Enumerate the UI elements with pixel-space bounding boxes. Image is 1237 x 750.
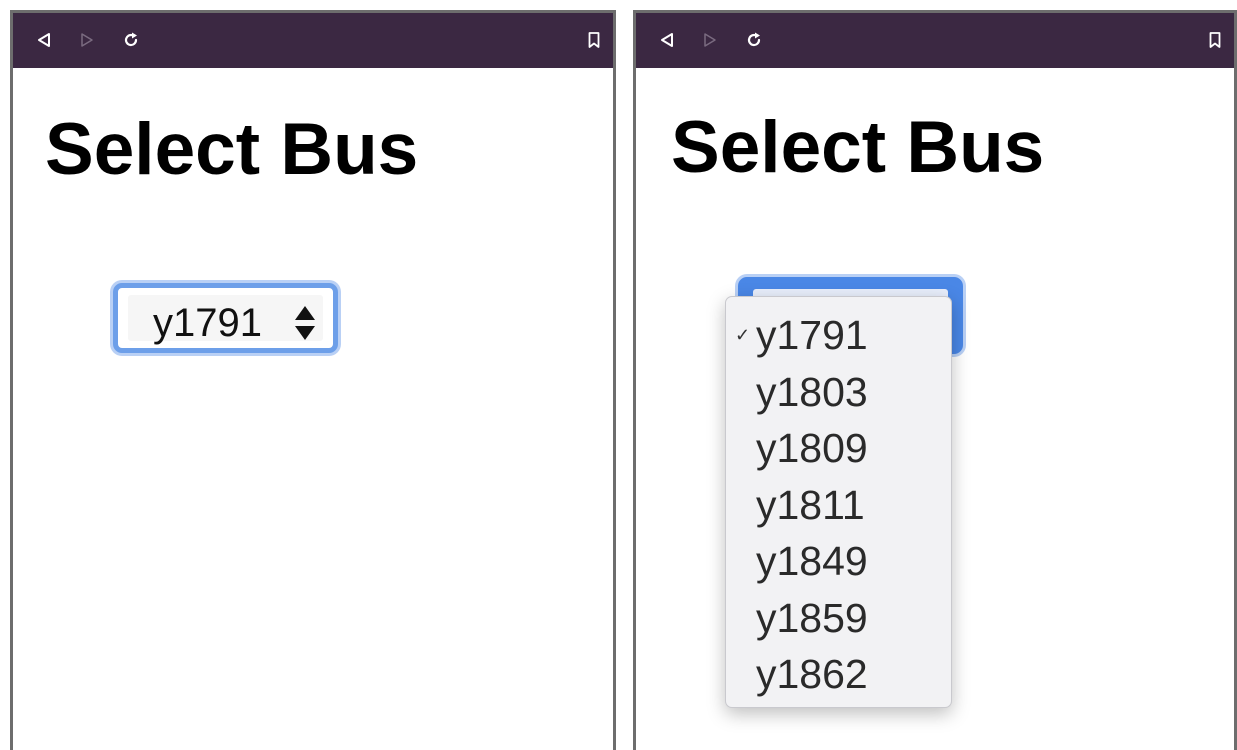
browser-window-collapsed: Select Bus y1791 — [10, 10, 616, 750]
browser-titlebar — [636, 13, 1234, 68]
option-label: y1849 — [756, 538, 868, 584]
checkmark-icon: ✓ — [735, 325, 751, 345]
option-label: y1862 — [756, 651, 868, 697]
dropdown-option-y1849[interactable]: y1849 — [726, 533, 951, 590]
option-label: y1809 — [756, 425, 868, 471]
browser-titlebar — [13, 13, 613, 68]
dropdown-option-y1809[interactable]: y1809 — [726, 420, 951, 477]
back-icon[interactable] — [33, 29, 55, 51]
select-dropdown-menu: ✓ y1791 y1803 y1809 y1811 y1849 y1859 y1862 — [725, 296, 952, 708]
option-label: y1791 — [756, 312, 868, 358]
select-value: y1791 — [153, 301, 262, 345]
bookmark-icon[interactable] — [1204, 29, 1226, 51]
select-field[interactable]: y1791 — [128, 295, 323, 345]
option-label: y1859 — [756, 594, 868, 641]
updown-arrows-icon — [293, 305, 317, 341]
bookmark-icon[interactable] — [583, 29, 605, 51]
reload-icon[interactable] — [743, 29, 765, 51]
page-title: Select Bus — [45, 109, 419, 190]
bus-select[interactable]: y1791 — [113, 283, 338, 353]
dropdown-option-y1859[interactable]: y1859 — [726, 590, 951, 647]
dropdown-option-y1862[interactable]: y1862 — [726, 646, 951, 703]
dropdown-option-y1803[interactable]: y1803 — [726, 364, 951, 421]
option-list: ✓ y1791 y1803 y1809 y1811 y1849 y1859 y1862 — [726, 297, 951, 703]
forward-icon — [699, 29, 721, 51]
page-title: Select Bus — [671, 107, 1045, 188]
back-icon[interactable] — [656, 29, 678, 51]
dropdown-option-y1791[interactable]: ✓ y1791 — [726, 307, 951, 364]
dropdown-option-y1811[interactable]: y1811 — [726, 477, 951, 534]
reload-icon[interactable] — [120, 29, 142, 51]
option-label: y1811 — [756, 481, 865, 528]
browser-window-expanded: Select Bus ✓ y1791 y1803 y1809 y1811 y1849 y18… — [633, 10, 1237, 750]
forward-icon — [76, 29, 98, 51]
option-label: y1803 — [756, 368, 868, 415]
